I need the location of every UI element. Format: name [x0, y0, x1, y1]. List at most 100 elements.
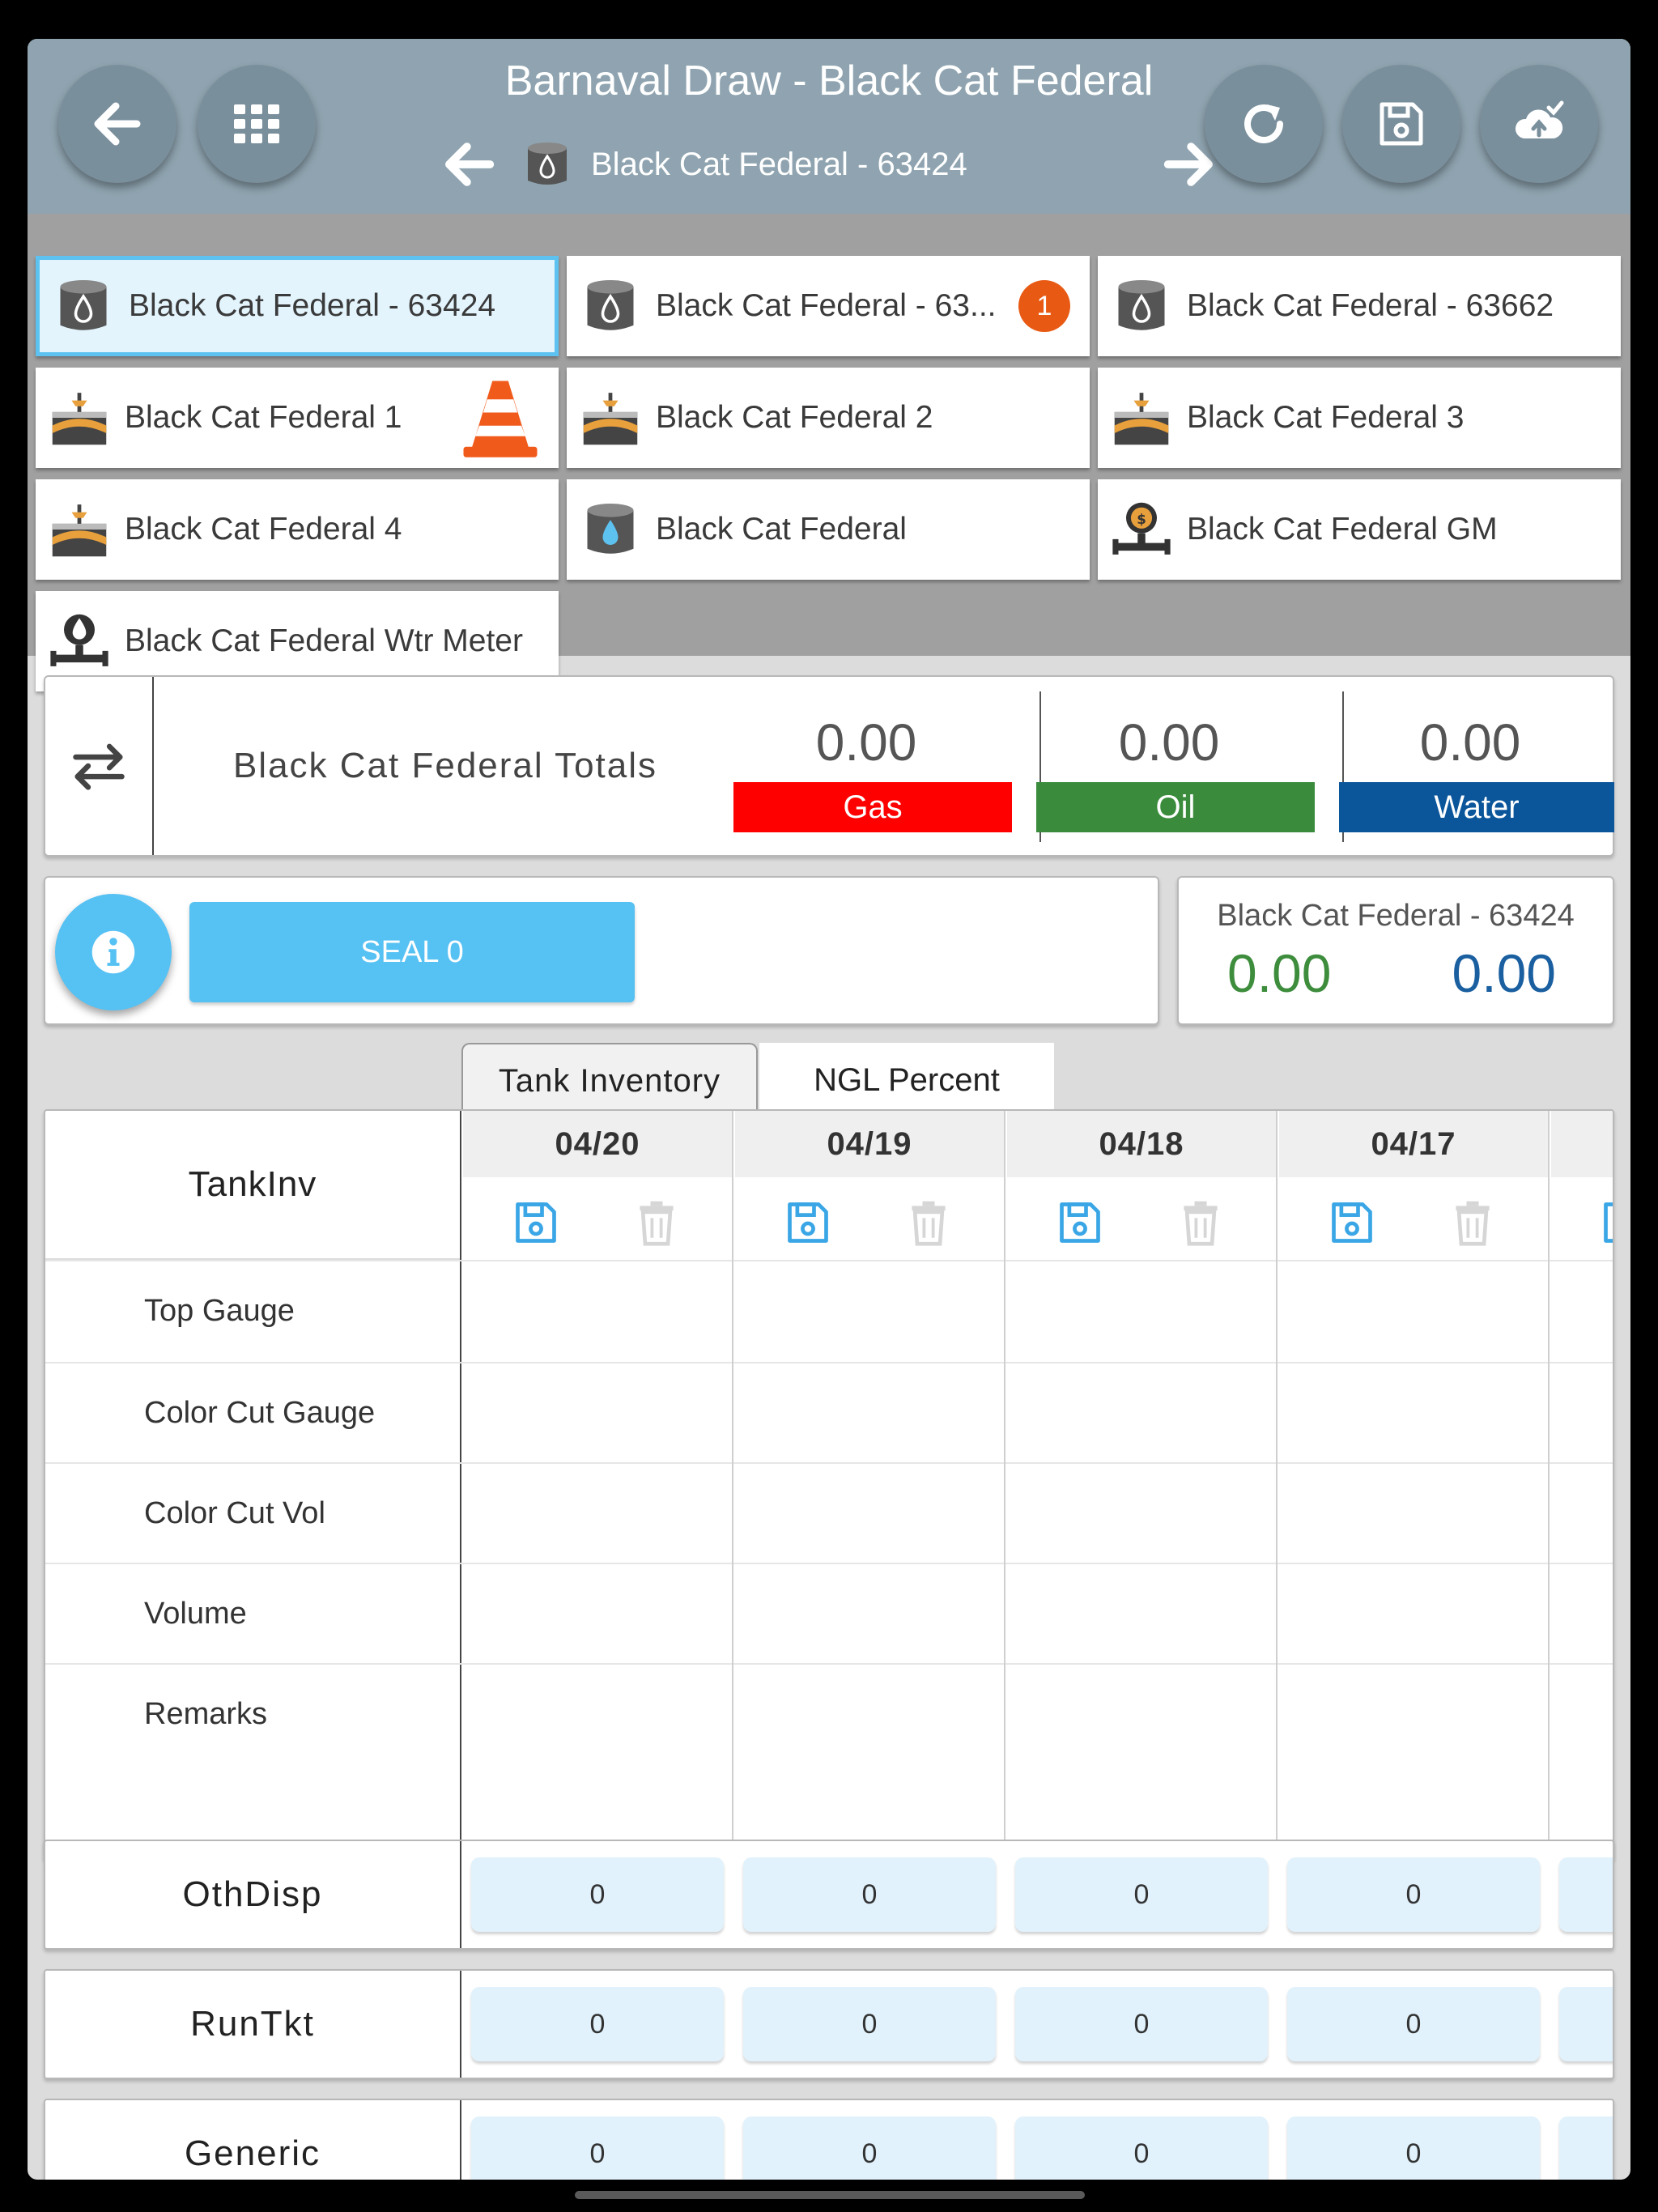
notification-badge: 1: [1018, 280, 1070, 332]
well-icon: [52, 393, 107, 445]
runtkt-label: RunTkt: [45, 1971, 461, 2078]
well-summary-oil: 0.00: [1227, 943, 1332, 1003]
runtkt-value-partial[interactable]: [1559, 1987, 1613, 2061]
tile-well-2[interactable]: Black Cat Federal 2: [567, 368, 1090, 468]
oil-tank-icon: [587, 279, 634, 330]
tab-tank-inventory[interactable]: Tank Inventory: [461, 1043, 758, 1117]
tile-label: Black Cat Federal 4: [125, 512, 402, 547]
page-title: Barnaval Draw - Black Cat Federal: [504, 57, 1154, 104]
well-summary-name: Black Cat Federal - 63424: [1217, 899, 1575, 933]
sync-upload-button[interactable]: [1480, 65, 1598, 183]
othdisp-value[interactable]: 0: [1287, 1857, 1540, 1932]
tile-oil-tank-63662[interactable]: Black Cat Federal - 63662: [1098, 256, 1621, 356]
seal-button[interactable]: SEAL 0: [189, 902, 635, 1002]
floppy-disk-icon[interactable]: [1600, 1198, 1614, 1247]
app-screen: Barnaval Draw - Black Cat Federal Black …: [28, 39, 1630, 2180]
tile-oil-tank-63[interactable]: Black Cat Federal - 63... 1: [567, 256, 1090, 356]
tile-oil-tank-63424[interactable]: Black Cat Federal - 63424: [36, 256, 559, 356]
othdisp-value[interactable]: 0: [1015, 1857, 1268, 1932]
water-label: Water: [1339, 782, 1614, 832]
othdisp-row: OthDisp 0 0 0 0: [44, 1840, 1614, 1950]
trash-icon[interactable]: [1452, 1198, 1493, 1247]
date-header: 04/18: [1007, 1111, 1276, 1177]
tile-label: Black Cat Federal 1: [125, 400, 402, 435]
floppy-disk-icon: [1380, 102, 1423, 146]
othdisp-value[interactable]: 0: [471, 1857, 724, 1932]
refresh-icon: [1244, 104, 1283, 143]
tank-inventory-grid: TankInv Top Gauge Color Cut Gauge Color …: [44, 1109, 1614, 1861]
tile-label: Black Cat Federal - 63662: [1187, 288, 1554, 323]
oil-tank-icon: [60, 279, 107, 330]
app-header: Barnaval Draw - Black Cat Federal Black …: [28, 39, 1630, 214]
tab-ngl-percent[interactable]: NGL Percent: [759, 1043, 1054, 1117]
tile-label: Black Cat Federal - 63424: [129, 288, 496, 323]
water-meter-icon: [50, 614, 108, 666]
totals-title: Black Cat Federal Totals: [232, 746, 658, 785]
generic-value[interactable]: 0: [471, 2116, 724, 2180]
traffic-cone-icon: [463, 381, 538, 457]
tile-water-tank[interactable]: Black Cat Federal: [567, 479, 1090, 580]
water-total-value: 0.00: [1419, 713, 1521, 772]
current-item-selector[interactable]: Black Cat Federal - 63424: [521, 136, 967, 193]
generic-label: Generic: [45, 2100, 461, 2180]
othdisp-value[interactable]: 0: [743, 1857, 996, 1932]
tile-well-4[interactable]: Black Cat Federal 4: [36, 479, 559, 580]
gas-total-value: 0.00: [815, 713, 917, 772]
floppy-disk-icon[interactable]: [1328, 1198, 1376, 1247]
water-total: 0.00 Water: [1326, 677, 1614, 855]
oil-tank-icon: [528, 143, 567, 185]
oil-total-value: 0.00: [1118, 713, 1220, 772]
generic-row: Generic 0 0 0 0: [44, 2099, 1614, 2180]
oil-total: 0.00 Oil: [1023, 677, 1315, 855]
grid-icon: [234, 104, 279, 143]
well-icon: [583, 393, 638, 445]
date-header: 04/17: [1279, 1111, 1548, 1177]
runtkt-value[interactable]: 0: [743, 1987, 996, 2061]
floppy-disk-icon[interactable]: [784, 1198, 832, 1247]
tile-label: Black Cat Federal Wtr Meter: [125, 623, 523, 658]
home-indicator[interactable]: [575, 2191, 1085, 2199]
swap-button[interactable]: [45, 677, 154, 855]
date-column: 04/20: [463, 1111, 733, 1859]
gas-meter-icon: $: [1112, 502, 1171, 555]
back-button[interactable]: [58, 65, 176, 183]
well-summary-water: 0.00: [1452, 943, 1556, 1003]
save-button[interactable]: [1342, 65, 1460, 183]
runtkt-row: RunTkt 0 0 0 0: [44, 1969, 1614, 2079]
runtkt-value[interactable]: 0: [471, 1987, 724, 2061]
row-label-top-gauge: Top Gauge: [144, 1294, 295, 1328]
trash-icon[interactable]: [1180, 1198, 1221, 1247]
svg-text:$: $: [1137, 512, 1146, 527]
date-header: 04/19: [735, 1111, 1004, 1177]
floppy-disk-icon[interactable]: [1056, 1198, 1104, 1247]
tile-gas-meter[interactable]: $ Black Cat Federal GM: [1098, 479, 1621, 580]
othdisp-value-partial[interactable]: [1559, 1857, 1613, 1932]
well-summary-card: Black Cat Federal - 63424 0.00 0.00: [1177, 876, 1614, 1025]
tile-label: Black Cat Federal - 63...: [656, 288, 997, 323]
tile-label: Black Cat Federal: [656, 512, 907, 547]
row-label-remarks: Remarks: [144, 1697, 268, 1731]
tile-label: Black Cat Federal 2: [656, 400, 933, 435]
date-column-partial: [1551, 1111, 1614, 1859]
trash-icon[interactable]: [908, 1198, 949, 1247]
refresh-button[interactable]: [1205, 65, 1323, 183]
generic-value[interactable]: 0: [743, 2116, 996, 2180]
date-column: 04/17: [1279, 1111, 1550, 1859]
trash-icon[interactable]: [636, 1198, 677, 1247]
info-button[interactable]: [55, 894, 172, 1010]
apps-menu-button[interactable]: [198, 65, 316, 183]
well-icon: [1114, 393, 1169, 445]
tile-well-3[interactable]: Black Cat Federal 3: [1098, 368, 1621, 468]
generic-value[interactable]: 0: [1015, 2116, 1268, 2180]
tile-well-1[interactable]: Black Cat Federal 1: [36, 368, 559, 468]
generic-value-partial[interactable]: [1559, 2116, 1613, 2180]
runtkt-value[interactable]: 0: [1287, 1987, 1540, 2061]
floppy-disk-icon[interactable]: [512, 1198, 560, 1247]
tile-label: Black Cat Federal 3: [1187, 400, 1465, 435]
date-column: 04/19: [735, 1111, 1005, 1859]
runtkt-value[interactable]: 0: [1015, 1987, 1268, 2061]
grid-title: TankInv: [45, 1111, 460, 1260]
date-column: 04/18: [1007, 1111, 1278, 1859]
previous-item-arrow-icon[interactable]: [440, 136, 497, 193]
generic-value[interactable]: 0: [1287, 2116, 1540, 2180]
